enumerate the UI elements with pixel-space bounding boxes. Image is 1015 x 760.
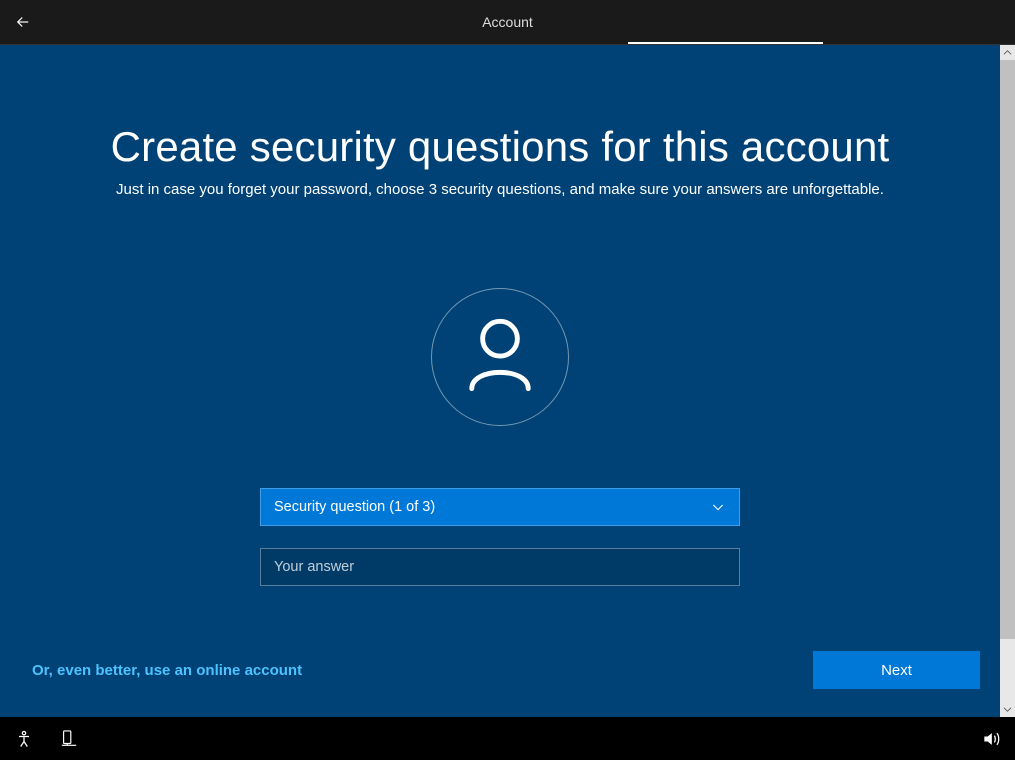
- chevron-down-icon: [710, 499, 726, 515]
- page-heading: Create security questions for this accou…: [0, 123, 1000, 171]
- content-pane: Create security questions for this accou…: [0, 45, 1000, 717]
- volume-icon[interactable]: [981, 729, 1001, 749]
- avatar-placeholder: [431, 288, 569, 426]
- security-question-dropdown[interactable]: Security question (1 of 3): [260, 488, 740, 526]
- back-button[interactable]: [0, 0, 46, 44]
- scroll-up-arrow[interactable]: [1000, 45, 1015, 60]
- next-button[interactable]: Next: [813, 651, 980, 689]
- tab-indicator: [628, 42, 823, 44]
- answer-input[interactable]: [260, 548, 740, 586]
- ime-icon[interactable]: [60, 729, 78, 749]
- accessibility-icon[interactable]: [14, 729, 34, 749]
- scrollbar-thumb[interactable]: [1000, 60, 1015, 639]
- title-bar: Account: [0, 0, 1015, 45]
- scroll-down-arrow[interactable]: [1000, 702, 1015, 717]
- dropdown-label: Security question (1 of 3): [274, 499, 435, 515]
- user-icon: [465, 317, 535, 398]
- use-online-account-link[interactable]: Or, even better, use an online account: [32, 662, 302, 679]
- page-subheading: Just in case you forget your password, c…: [0, 181, 1000, 198]
- window-title: Account: [482, 14, 533, 30]
- vertical-scrollbar[interactable]: [1000, 45, 1015, 717]
- taskbar: [0, 717, 1015, 760]
